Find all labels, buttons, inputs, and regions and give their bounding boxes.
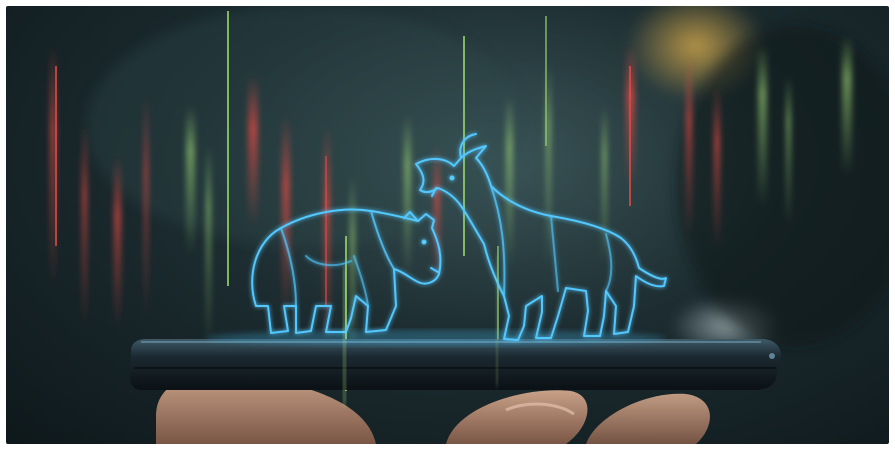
smartphone xyxy=(130,339,781,390)
scene-illustration xyxy=(50,6,889,444)
hero-image xyxy=(6,6,889,444)
